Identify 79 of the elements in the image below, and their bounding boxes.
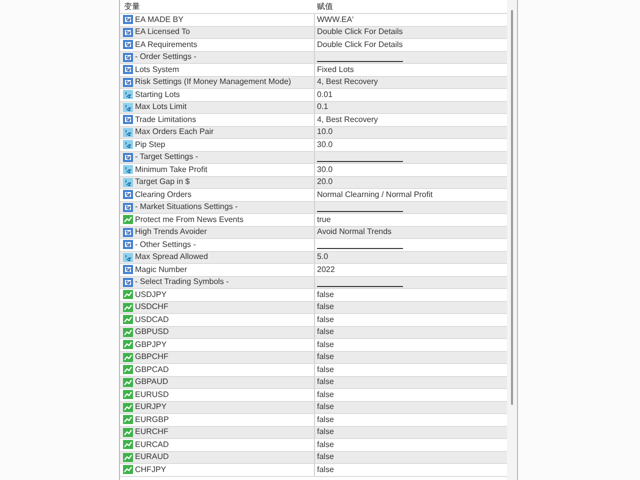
parameter-name: Clearing Orders (135, 188, 192, 201)
parameter-name: EURCHF (135, 426, 168, 438)
parameter-value[interactable]: false (317, 288, 334, 301)
parameter-name: EURCAD (135, 438, 169, 451)
fraction-icon (123, 128, 133, 137)
parameter-value[interactable]: 2022 (317, 264, 335, 276)
parameter-value[interactable]: 4, Best Recovery (317, 114, 378, 126)
parameter-value[interactable]: false (317, 351, 334, 364)
parameter-value[interactable]: WWW.EA' (317, 14, 354, 26)
parameter-name: GBPCHF (135, 351, 168, 364)
parameter-value[interactable]: false (317, 326, 334, 338)
parameter-name: EURUSD (135, 388, 169, 401)
parameter-name: Max Spread Allowed (135, 251, 208, 264)
fraction-icon (123, 90, 133, 100)
parameter-value[interactable]: false (317, 401, 334, 414)
parameter-name: - Target Settings - (135, 151, 198, 164)
parameter-name: EA Licensed To (135, 26, 190, 38)
parameter-value[interactable]: 10.0 (317, 126, 333, 138)
parameter-value[interactable]: false (317, 314, 334, 326)
parameter-value[interactable]: 4, Best Recovery (317, 76, 378, 88)
parameter-name: - Order Settings - (135, 51, 196, 64)
parameter-name: GBPCAD (135, 364, 169, 376)
parameter-name: Minimum Take Profit (135, 164, 208, 176)
parameter-name: GBPJPY (135, 338, 167, 351)
parameter-value[interactable]: Double Click For Details (317, 38, 403, 51)
parameter-name: - Market Situations Settings - (135, 201, 238, 214)
parameter-name: Pip Step (135, 138, 166, 151)
parameter-value[interactable]: Fixed Lots (317, 64, 354, 76)
parameter-name: - Other Settings - (135, 238, 196, 251)
parameter-value[interactable]: false (317, 364, 334, 376)
parameter-value[interactable]: true (317, 214, 331, 226)
parameter-value[interactable]: Avoid Normal Trends (317, 226, 392, 238)
fraction-icon (123, 165, 133, 174)
parameter-name: High Trends Avoider (135, 226, 207, 238)
parameter-value[interactable]: 30.0 (317, 138, 333, 151)
scrollbar[interactable] (507, 0, 517, 480)
parameter-value[interactable]: false (317, 438, 334, 451)
parameter-value[interactable]: false (317, 376, 334, 388)
parameter-name: EA Requirements (135, 38, 198, 51)
parameter-value[interactable]: 5.0 (317, 251, 328, 264)
parameter-name: Risk Settings (If Money Management Mode) (135, 76, 292, 88)
parameter-name: GBPAUD (135, 376, 168, 388)
parameter-name: Max Orders Each Pair (135, 126, 214, 138)
parameter-value[interactable]: false (317, 414, 334, 426)
parameter-value[interactable]: 0.01 (317, 88, 333, 101)
parameter-name: EURJPY (135, 401, 167, 414)
parameter-name: CHFJPY (135, 464, 166, 476)
parameter-value[interactable]: false (317, 301, 334, 314)
column-header[interactable]: 赋值 (315, 0, 333, 12)
fraction-icon (123, 178, 133, 187)
parameter-value[interactable]: Double Click For Details (317, 26, 403, 38)
parameter-name: Starting Lots (135, 88, 180, 101)
parameter-name: EURAUD (135, 451, 169, 464)
parameter-name: Trade Limitations (135, 114, 196, 126)
column-header[interactable]: 变量 (120, 0, 315, 12)
parameter-value[interactable]: 30.0 (317, 164, 333, 176)
parameter-value[interactable]: 0.1 (317, 101, 328, 114)
parameter-name: GBPUSD (135, 326, 169, 338)
parameter-name: - Select Trading Symbols - (135, 276, 229, 288)
parameter-name: USDCHF (135, 301, 168, 314)
parameter-name: USDJPY (135, 288, 167, 301)
parameter-value[interactable]: false (317, 426, 334, 438)
fraction-icon (123, 252, 133, 262)
parameter-name: Target Gap in $ (135, 176, 190, 188)
parameter-value[interactable]: 20.0 (317, 176, 333, 188)
parameter-value[interactable]: false (317, 338, 334, 351)
parameter-value[interactable]: false (317, 464, 334, 476)
parameter-name: EA MADE BY (135, 14, 184, 26)
parameter-name: Protect me From News Events (135, 214, 244, 226)
parameter-name: USDCAD (135, 314, 169, 326)
parameter-name: Max Lots Limit (135, 101, 187, 114)
parameter-value[interactable]: Normal Clearning / Normal Profit (317, 188, 433, 201)
fraction-icon (123, 140, 133, 150)
parameter-name: Magic Number (135, 264, 188, 276)
fraction-icon (123, 102, 133, 112)
parameter-name: Lots System (135, 64, 180, 76)
parameter-value[interactable]: false (317, 451, 334, 464)
parameter-name: EURGBP (135, 414, 169, 426)
parameter-value[interactable]: false (317, 388, 334, 401)
